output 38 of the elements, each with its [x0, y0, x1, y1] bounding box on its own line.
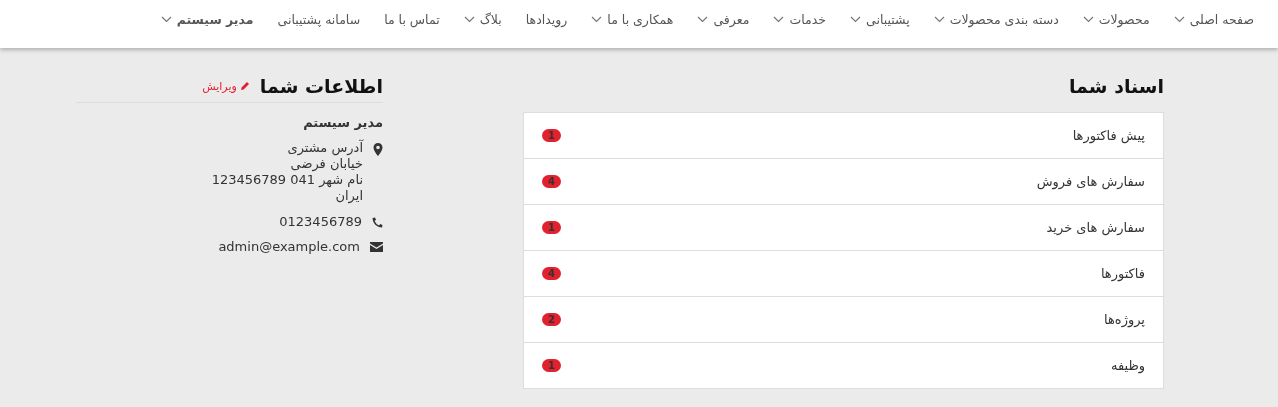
nav-link[interactable]: بلاگ	[451, 11, 514, 27]
caret-icon	[933, 15, 945, 23]
pencil-icon	[239, 81, 250, 91]
envelope-icon	[370, 242, 383, 252]
caret-icon	[1173, 15, 1185, 23]
nav-link[interactable]: دسته بندی محصولات	[921, 11, 1071, 27]
address-text: آدرس مشتری خیابان فرضی نام شهر 041 123456789 ایران	[211, 140, 363, 204]
nav-link[interactable]: صفحه اصلی	[1161, 11, 1266, 27]
nav-link[interactable]: معرفی	[685, 11, 762, 27]
count-badge: 4	[542, 175, 561, 188]
edit-link[interactable]: ویرایش	[202, 79, 250, 93]
count-badge: 1	[542, 221, 561, 234]
section-title: اسناد شما	[1068, 74, 1164, 99]
phone-number: 0123456789	[279, 214, 362, 229]
nav-link[interactable]: خدمات	[761, 11, 839, 27]
nav-link[interactable]: پشتیبانی	[838, 11, 922, 27]
nav-link[interactable]: رویدادها	[513, 11, 580, 27]
email-address: admin@example.com	[218, 239, 360, 254]
count-badge: 2	[542, 313, 561, 326]
location-pin-icon	[373, 143, 383, 156]
caret-icon	[773, 15, 785, 23]
phone-icon	[372, 217, 383, 228]
section-title: اطلاعات شما	[259, 74, 383, 99]
nav-link[interactable]: مدیر سیستم	[148, 11, 266, 27]
count-badge: 1	[542, 359, 561, 372]
caret-icon	[697, 15, 709, 23]
caret-icon	[1082, 15, 1094, 23]
nav-link[interactable]: همکاری با ما	[579, 11, 686, 27]
caret-icon	[463, 15, 475, 23]
user-name: مدیر سیستم	[302, 115, 383, 130]
count-badge: 1	[542, 129, 561, 142]
count-badge: 4	[542, 267, 561, 280]
nav-link[interactable]: محصولات	[1070, 11, 1162, 27]
caret-icon	[850, 15, 862, 23]
nav-link[interactable]: سامانه پشتیبانی	[265, 11, 373, 27]
caret-icon	[591, 15, 603, 23]
nav-link[interactable]: تماس با ما	[372, 11, 452, 27]
caret-icon	[160, 15, 172, 23]
